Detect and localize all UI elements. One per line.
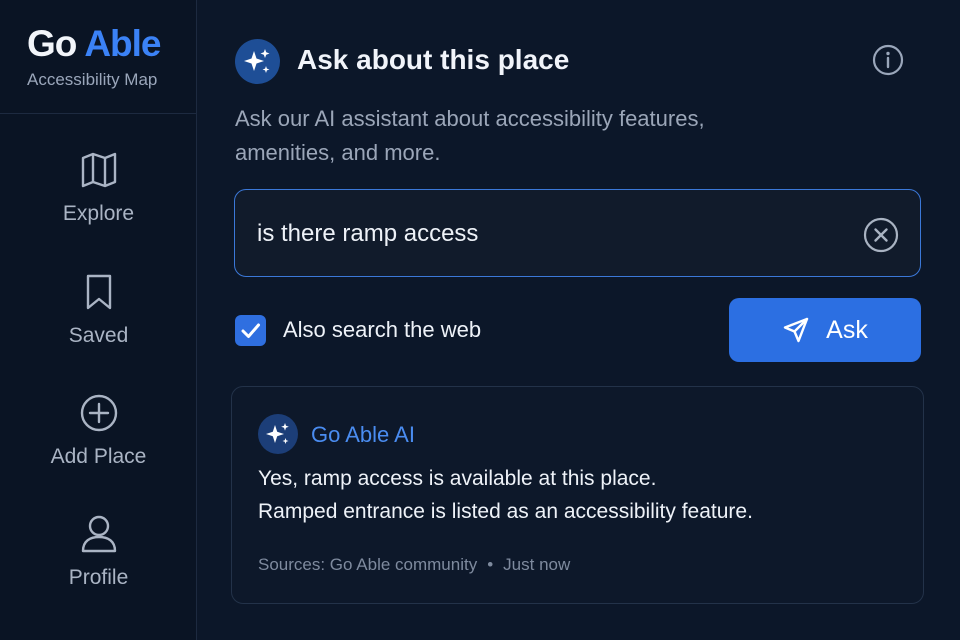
- bookmark-icon: [86, 274, 111, 310]
- map-icon: [81, 152, 116, 188]
- brand: Go Able Accessibility Map: [0, 0, 196, 114]
- sparkle-icon: [266, 423, 289, 444]
- answer-meta: Sources: Go Able community • Just now: [258, 555, 570, 575]
- ai-sparkle-badge: [235, 39, 280, 84]
- sparkle-icon: [244, 49, 270, 73]
- web-search-checkbox[interactable]: [235, 315, 266, 346]
- answer-card: Go Able AI Yes, ramp access is available…: [231, 386, 924, 604]
- checkmark-icon: [241, 323, 260, 338]
- answer-sources: Sources: Go Able community: [258, 555, 478, 574]
- sidebar-item-label: Explore: [62, 202, 135, 225]
- info-icon[interactable]: [872, 44, 904, 76]
- user-icon: [81, 515, 116, 553]
- ask-panel: Ask about this place Ask our AI assistan…: [198, 0, 960, 640]
- ask-button-label: Ask: [826, 315, 868, 344]
- send-icon: [783, 317, 809, 343]
- separator-dot: •: [487, 555, 494, 574]
- assistant-name: Go Able AI: [311, 422, 415, 447]
- web-search-label[interactable]: Also search the web: [283, 317, 481, 343]
- app-window: Go Able Accessibility Map Explore Saved: [0, 0, 960, 640]
- page-title: Ask about this place: [297, 44, 570, 75]
- sidebar: Go Able Accessibility Map Explore Saved: [0, 0, 197, 640]
- ask-button[interactable]: Ask: [729, 298, 921, 362]
- clear-icon[interactable]: [863, 217, 899, 253]
- question-input-box: [234, 189, 921, 277]
- brand-subtitle: Accessibility Map: [27, 70, 158, 89]
- sidebar-item-label: Add Place: [50, 445, 147, 468]
- plus-circle-icon: [80, 394, 117, 432]
- brand-name-go: Go: [27, 23, 77, 64]
- answer-timestamp: Just now: [503, 555, 571, 574]
- sidebar-item-label: Saved: [68, 324, 129, 347]
- question-input[interactable]: [257, 214, 847, 254]
- answer-text: Yes, ramp access is available at this pl…: [258, 467, 657, 490]
- brand-logo: Go Able: [27, 24, 196, 64]
- sidebar-item-saved[interactable]: Saved: [0, 272, 197, 348]
- sidebar-item-add-place[interactable]: Add Place: [0, 393, 197, 469]
- answer-text: Ramped entrance is listed as an accessib…: [258, 500, 753, 523]
- sidebar-item-explore[interactable]: Explore: [0, 150, 197, 226]
- assistant-avatar: [258, 414, 298, 454]
- page-subtitle: Ask our AI assistant about accessibility…: [235, 106, 705, 165]
- sidebar-item-profile[interactable]: Profile: [0, 514, 197, 590]
- brand-name-able: Able: [84, 23, 161, 64]
- sidebar-item-label: Profile: [68, 566, 129, 589]
